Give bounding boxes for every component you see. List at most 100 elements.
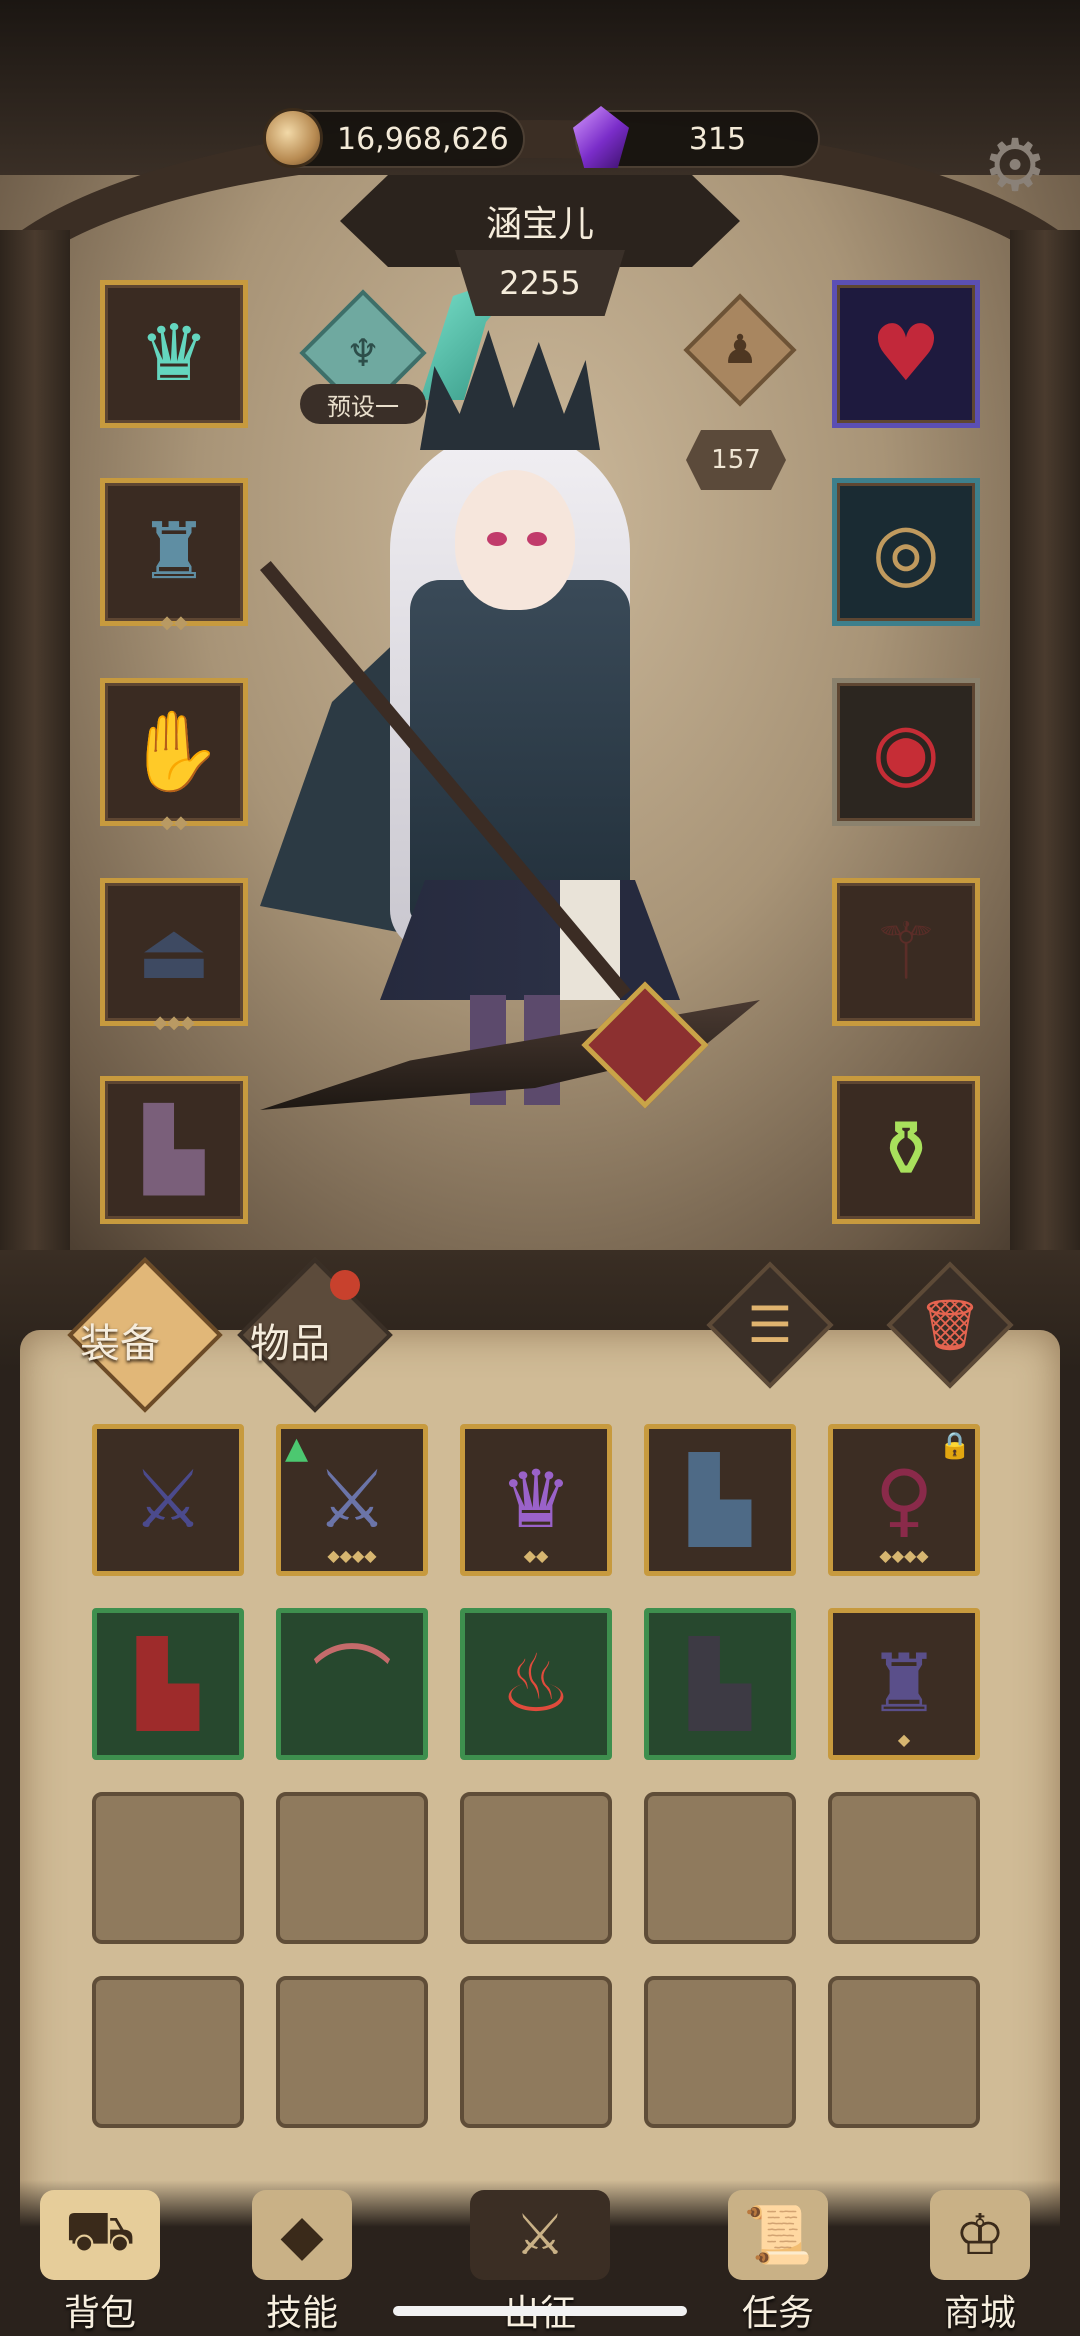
inventory-slot-empty[interactable] <box>828 1792 980 1944</box>
inventory-slot-empty[interactable] <box>460 1792 612 1944</box>
person-icon: ♟ <box>722 327 758 373</box>
equip-slot-armor[interactable]: ♜ ◆◆ <box>100 478 248 633</box>
shop-crown-icon: ♔ <box>930 2190 1030 2280</box>
sort-button[interactable]: ☰ <box>706 1261 834 1389</box>
nav-skills[interactable]: ◆ 技能 <box>212 2190 392 2336</box>
lock-icon: 🔒 <box>938 1431 971 1461</box>
inventory-slot-empty[interactable] <box>92 1792 244 1944</box>
inventory-slot[interactable]: ▙ <box>644 1424 796 1576</box>
inventory-slot[interactable]: ♨ <box>460 1608 612 1760</box>
inventory-slot[interactable]: ♛ ◆◆ <box>460 1424 612 1576</box>
gold-currency[interactable]: 16,968,626 <box>263 108 525 168</box>
hero-skirt <box>380 880 680 1000</box>
trash-can-icon: 🗑 <box>918 1296 982 1354</box>
upgrade-arrow-icon: ▲ <box>285 1431 309 1466</box>
robe-icon: ♜ <box>868 1637 940 1730</box>
inventory-slot-empty[interactable] <box>828 1976 980 2128</box>
inventory-slot[interactable]: ♜ ◆ <box>828 1608 980 1760</box>
scythe-icon: ⚔ <box>132 1453 204 1546</box>
star-rank: ◆◆ <box>523 1546 549 1565</box>
left-wood-pillar <box>0 230 70 1270</box>
right-wood-pillar <box>1010 230 1080 1270</box>
nav-bag[interactable]: ⛟ 背包 <box>10 2190 190 2336</box>
gold-amount: 16,968,626 <box>337 121 509 157</box>
inventory-grid: ⚔ ▲ ⚔ ◆◆◆◆ ♛ ◆◆ ▙ 🔒 ♀ ◆◆◆◆ ▙ ⌒ ♨ ▙ ♜ ◆ <box>92 1424 980 2128</box>
equip-slot-ring-1[interactable]: ◎ <box>832 478 980 626</box>
recycle-button[interactable]: 🗑 <box>886 1261 1014 1389</box>
equip-slot-necklace[interactable]: ♥ <box>832 280 980 428</box>
backpack-icon: ⛟ <box>40 2190 160 2280</box>
equip-slot-helm[interactable]: ♛ <box>100 280 248 428</box>
gold-coin-icon <box>263 108 323 168</box>
gold-ring-icon: ◎ <box>871 507 941 597</box>
nav-bag-label: 背包 <box>63 2293 136 2334</box>
nav-shop[interactable]: ♔ 商城 <box>890 2190 1070 2336</box>
teal-crown-icon: ♛ <box>139 309 209 399</box>
skill-book-icon: ◆ <box>252 2190 352 2280</box>
hero-face <box>455 470 575 610</box>
hero-level: 157 <box>711 445 761 475</box>
inventory-slot-empty[interactable] <box>276 1792 428 1944</box>
settings-gear-icon[interactable]: ⚙ <box>970 120 1060 210</box>
boots-icon: ▙ <box>144 1105 204 1195</box>
green-potion-icon: ⚱ <box>873 1105 939 1195</box>
inventory-slot[interactable]: ⚔ <box>92 1424 244 1576</box>
hero-name: 涵宝儿 <box>485 204 594 245</box>
nav-tasks[interactable]: 📜 任务 <box>688 2190 868 2336</box>
preset-label[interactable]: 预设一 <box>300 384 426 424</box>
tab-items-label: 物品 <box>250 1321 330 1367</box>
hero-eye <box>487 532 507 546</box>
equip-slot-ring-2[interactable]: ◉ <box>832 678 980 826</box>
leather-boots-icon: ▙ <box>689 1637 751 1730</box>
star-rank: ◆◆ <box>160 612 188 633</box>
scythe-icon: ⚚ <box>871 907 941 997</box>
equip-slot-gloves[interactable]: ✋ ◆◆ <box>100 678 248 833</box>
tab-items[interactable]: 物品 <box>237 1257 393 1413</box>
inventory-slot-empty[interactable] <box>276 1976 428 2128</box>
inventory-slot[interactable]: ▲ ⚔ ◆◆◆◆ <box>276 1424 428 1576</box>
ruby-ring-icon: ◉ <box>871 707 941 797</box>
hero-power: 2255 <box>499 264 581 302</box>
red-boots-icon: ▙ <box>137 1637 199 1730</box>
scroll-icon: 📜 <box>728 2190 828 2280</box>
power-box: 2255 <box>455 250 625 316</box>
sort-list-icon: ☰ <box>747 1296 793 1354</box>
gem-necklace-icon: ⌒ <box>312 1637 392 1730</box>
tab-equipment-label: 装备 <box>80 1321 160 1367</box>
equip-slot-potion[interactable]: ⚱ <box>832 1076 980 1224</box>
dress-icon: ♀ <box>874 1453 934 1546</box>
inventory-slot[interactable]: ▙ <box>644 1608 796 1760</box>
equip-slot-weapon[interactable]: ⚚ <box>832 878 980 1026</box>
notification-dot <box>330 1270 360 1300</box>
home-indicator[interactable] <box>393 2306 687 2316</box>
inventory-slot[interactable]: 🔒 ♀ ◆◆◆◆ <box>828 1424 980 1576</box>
star-rank: ◆◆◆◆ <box>327 1546 377 1565</box>
inventory-slot-empty[interactable] <box>92 1976 244 2128</box>
nav-tasks-label: 任务 <box>741 2293 814 2334</box>
inventory-slot-empty[interactable] <box>644 1976 796 2128</box>
equip-slot-skirt[interactable]: ⏏ ◆◆◆ <box>100 878 248 1033</box>
inventory-slot-empty[interactable] <box>644 1792 796 1944</box>
star-rank: ◆◆◆◆ <box>879 1546 929 1565</box>
inventory-slot[interactable]: ⌒ <box>276 1608 428 1760</box>
scythe-icon: ⚔ <box>316 1453 388 1546</box>
inventory-slot-empty[interactable] <box>460 1976 612 2128</box>
sword-banner-icon: ⚔ <box>470 2190 610 2280</box>
nav-skills-label: 技能 <box>265 2293 338 2334</box>
hero-eye <box>527 532 547 546</box>
gem-amount: 315 <box>688 121 747 157</box>
gem-currency[interactable]: 315 <box>573 106 820 168</box>
skirt-icon: ⏏ <box>137 907 211 997</box>
dark-coat-icon: ♜ <box>139 507 209 597</box>
star-rank: ◆◆ <box>160 812 188 833</box>
inventory-slot[interactable]: ▙ <box>92 1608 244 1760</box>
gauntlet-icon: ✋ <box>125 707 223 797</box>
ruby-amulet-icon: ♥ <box>871 309 941 399</box>
star-rank: ◆ <box>897 1730 911 1749</box>
tab-equipment[interactable]: 装备 <box>67 1257 223 1413</box>
equip-slot-boots[interactable]: ▙ <box>100 1076 248 1224</box>
flame-icon: ♨ <box>500 1637 572 1730</box>
star-rank: ◆◆◆ <box>153 1012 195 1033</box>
armored-boots-icon: ▙ <box>689 1453 751 1546</box>
purple-helm-icon: ♛ <box>500 1453 572 1546</box>
